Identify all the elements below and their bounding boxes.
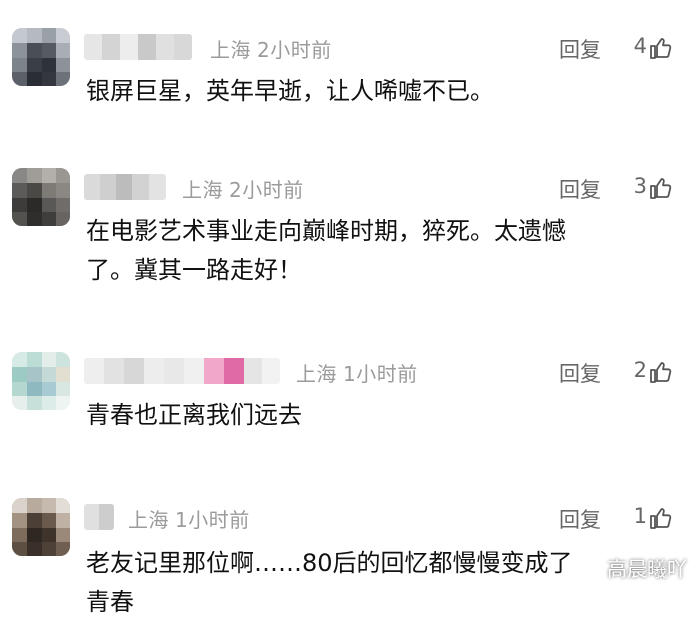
username-blurred[interactable] — [84, 34, 192, 60]
avatar[interactable] — [12, 352, 70, 410]
timestamp: 2小时前 — [229, 178, 304, 202]
timestamp: 1小时前 — [175, 508, 250, 532]
like-count: 4 — [633, 34, 647, 58]
comment-item: 上海 1小时前 回复 1 老友记里那位啊……80后的回忆都慢慢变成了 青春 — [0, 498, 695, 616]
comment-meta: 上海 1小时前 — [128, 504, 256, 533]
username-blurred[interactable] — [84, 174, 166, 200]
comment-text: 银屏巨星，英年早逝，让人唏嘘不已。 — [86, 72, 494, 111]
location: 上海 — [296, 362, 337, 386]
reply-button[interactable]: 回复 — [559, 504, 601, 534]
location: 上海 — [128, 508, 169, 532]
avatar[interactable] — [12, 498, 70, 556]
like-count: 3 — [633, 174, 647, 198]
like-count: 2 — [633, 358, 647, 382]
comment-meta: 上海 2小时前 — [210, 34, 338, 63]
comment-text: 青春也正离我们远去 — [86, 396, 302, 435]
comment-meta: 上海 2小时前 — [182, 174, 310, 203]
comment-item: 上海 2小时前 回复 4 银屏巨星，英年早逝，让人唏嘘不已。 — [0, 28, 695, 148]
avatar[interactable] — [12, 168, 70, 226]
comment-line: 了。冀其一路走好！ — [86, 256, 302, 284]
comment-text: 老友记里那位啊……80后的回忆都慢慢变成了 青春 — [86, 544, 573, 622]
username-blurred[interactable] — [84, 504, 114, 530]
timestamp: 1小时前 — [343, 362, 418, 386]
thumbs-up-icon[interactable] — [649, 36, 673, 60]
username-blurred[interactable] — [84, 358, 280, 384]
location: 上海 — [182, 178, 223, 202]
thumbs-up-icon[interactable] — [649, 506, 673, 530]
comment-meta: 上海 1小时前 — [296, 358, 424, 387]
reply-button[interactable]: 回复 — [559, 34, 601, 64]
comment-line: 青春 — [86, 588, 134, 616]
thumbs-up-icon[interactable] — [649, 360, 673, 384]
timestamp: 2小时前 — [257, 38, 332, 62]
comment-line: 在电影艺术事业走向巅峰时期，猝死。太遗憾 — [86, 217, 566, 245]
avatar[interactable] — [12, 28, 70, 86]
comment-line: 银屏巨星，英年早逝，让人唏嘘不已。 — [86, 77, 494, 105]
comment-line: 青春也正离我们远去 — [86, 401, 302, 429]
comment-item: 上海 2小时前 回复 3 在电影艺术事业走向巅峰时期，猝死。太遗憾 了。冀其一路走… — [0, 168, 695, 308]
reply-button[interactable]: 回复 — [559, 358, 601, 388]
thumbs-up-icon[interactable] — [649, 176, 673, 200]
location: 上海 — [210, 38, 251, 62]
reply-button[interactable]: 回复 — [559, 174, 601, 204]
watermark: 高晨曦吖 — [607, 557, 687, 581]
like-count: 1 — [633, 504, 647, 528]
comment-text: 在电影艺术事业走向巅峰时期，猝死。太遗憾 了。冀其一路走好！ — [86, 212, 566, 290]
comment-line: 老友记里那位啊……80后的回忆都慢慢变成了 — [86, 549, 573, 577]
comment-item: 上海 1小时前 回复 2 青春也正离我们远去 — [0, 352, 695, 462]
